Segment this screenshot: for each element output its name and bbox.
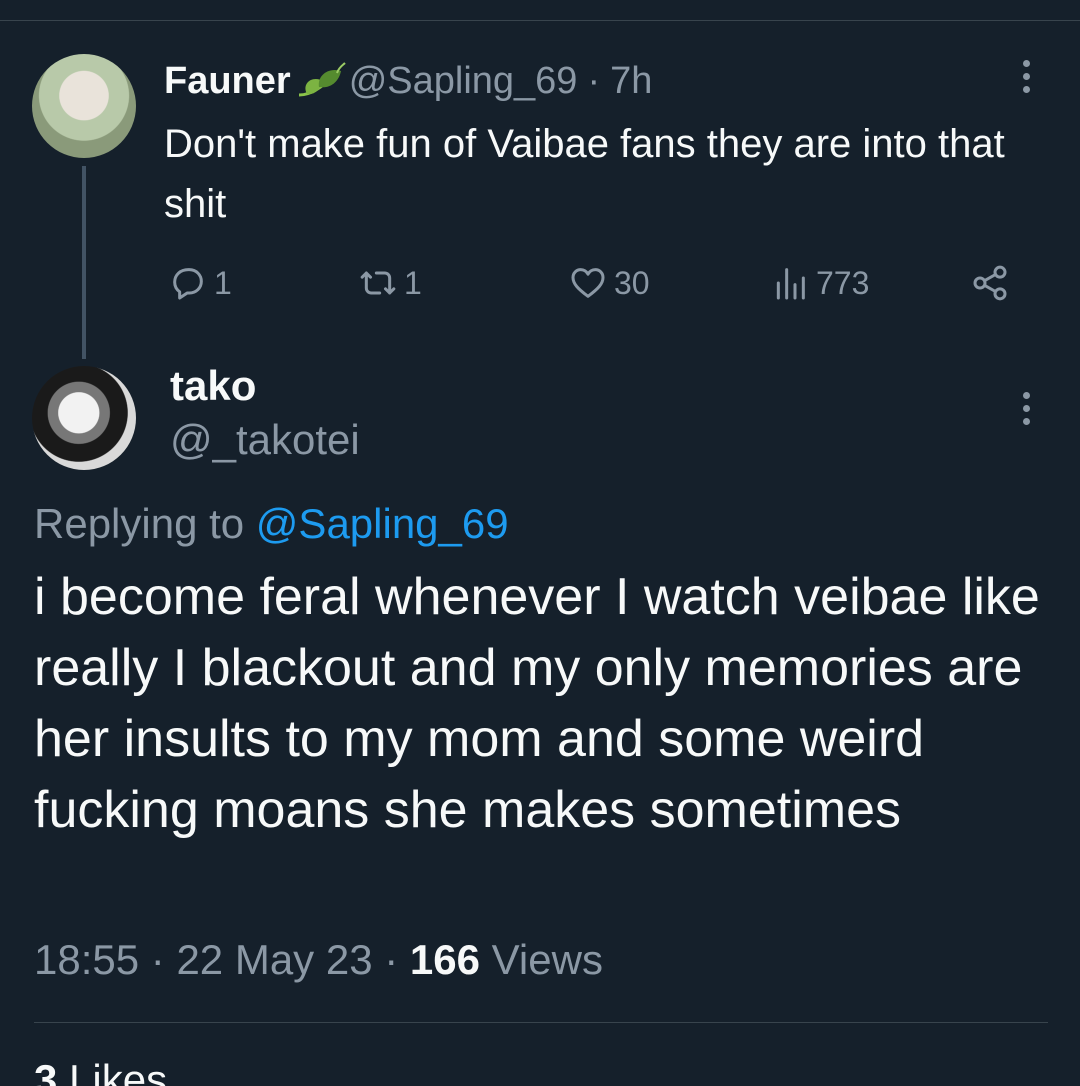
likes-summary-link[interactable]: 3 Likes — [34, 1056, 167, 1086]
share-icon — [973, 265, 1007, 301]
views-number: 166 — [409, 936, 480, 983]
like-count: 30 — [614, 264, 650, 301]
parent-tweet-text: Don't make fun of Vaibae fans they are i… — [164, 122, 1005, 226]
reply-handle[interactable]: @_takotei — [170, 416, 360, 464]
analytics-icon — [776, 268, 805, 300]
bottom-divider — [34, 1022, 1048, 1023]
likes-count: 3 — [34, 1056, 58, 1086]
top-divider — [0, 20, 1080, 21]
like-button[interactable]: 30 — [568, 258, 650, 308]
replying-to-label: Replying to — [34, 500, 245, 547]
meta-separator-2: · — [384, 936, 399, 983]
thread-connector-line — [82, 166, 86, 359]
views-count: 773 — [816, 264, 870, 301]
tweet-thread-view: Fauner @Sapling_69 · 7h Don't make fun o… — [0, 0, 1080, 1086]
retweet-button[interactable]: 1 — [358, 258, 422, 308]
reply-avatar[interactable] — [32, 366, 136, 470]
tweet-time[interactable]: 18:55 — [34, 936, 139, 983]
leaf-emoji-icon — [293, 61, 349, 101]
tweet-meta: 18:55 · 22 May 23 · 166 Views — [34, 936, 603, 984]
replying-to-mention-link[interactable]: @Sapling_69 — [256, 500, 509, 547]
reply-display-name[interactable]: tako — [170, 362, 256, 410]
tweet-date[interactable]: 22 May 23 — [176, 936, 372, 983]
parent-handle[interactable]: @Sapling_69 — [349, 60, 578, 103]
likes-label: Likes — [69, 1056, 168, 1086]
parent-display-name[interactable]: Fauner — [164, 60, 291, 103]
parent-timestamp[interactable]: 7h — [610, 60, 652, 103]
reply-button[interactable]: 1 — [168, 258, 232, 308]
reply-tweet-text: i become feral whenever I watch veibae l… — [34, 568, 1040, 839]
separator-dot: · — [587, 59, 601, 102]
share-button[interactable] — [970, 258, 1010, 308]
parent-avatar[interactable] — [32, 54, 136, 158]
meta-separator: · — [150, 936, 165, 983]
reply-count: 1 — [214, 264, 232, 301]
views-label: Views — [491, 936, 603, 983]
parent-action-bar: 1 1 30 773 — [164, 258, 1024, 308]
replying-to-line: Replying to @Sapling_69 — [34, 500, 509, 548]
parent-more-options-icon[interactable] — [1020, 60, 1032, 100]
views-button[interactable]: 773 — [770, 258, 869, 308]
heart-icon — [571, 268, 605, 298]
reply-more-options-icon[interactable] — [1020, 392, 1032, 432]
retweet-icon — [360, 271, 396, 295]
retweet-count: 1 — [404, 264, 422, 301]
reply-icon — [173, 268, 203, 300]
parent-header: Fauner @Sapling_69 · 7h — [164, 56, 652, 106]
